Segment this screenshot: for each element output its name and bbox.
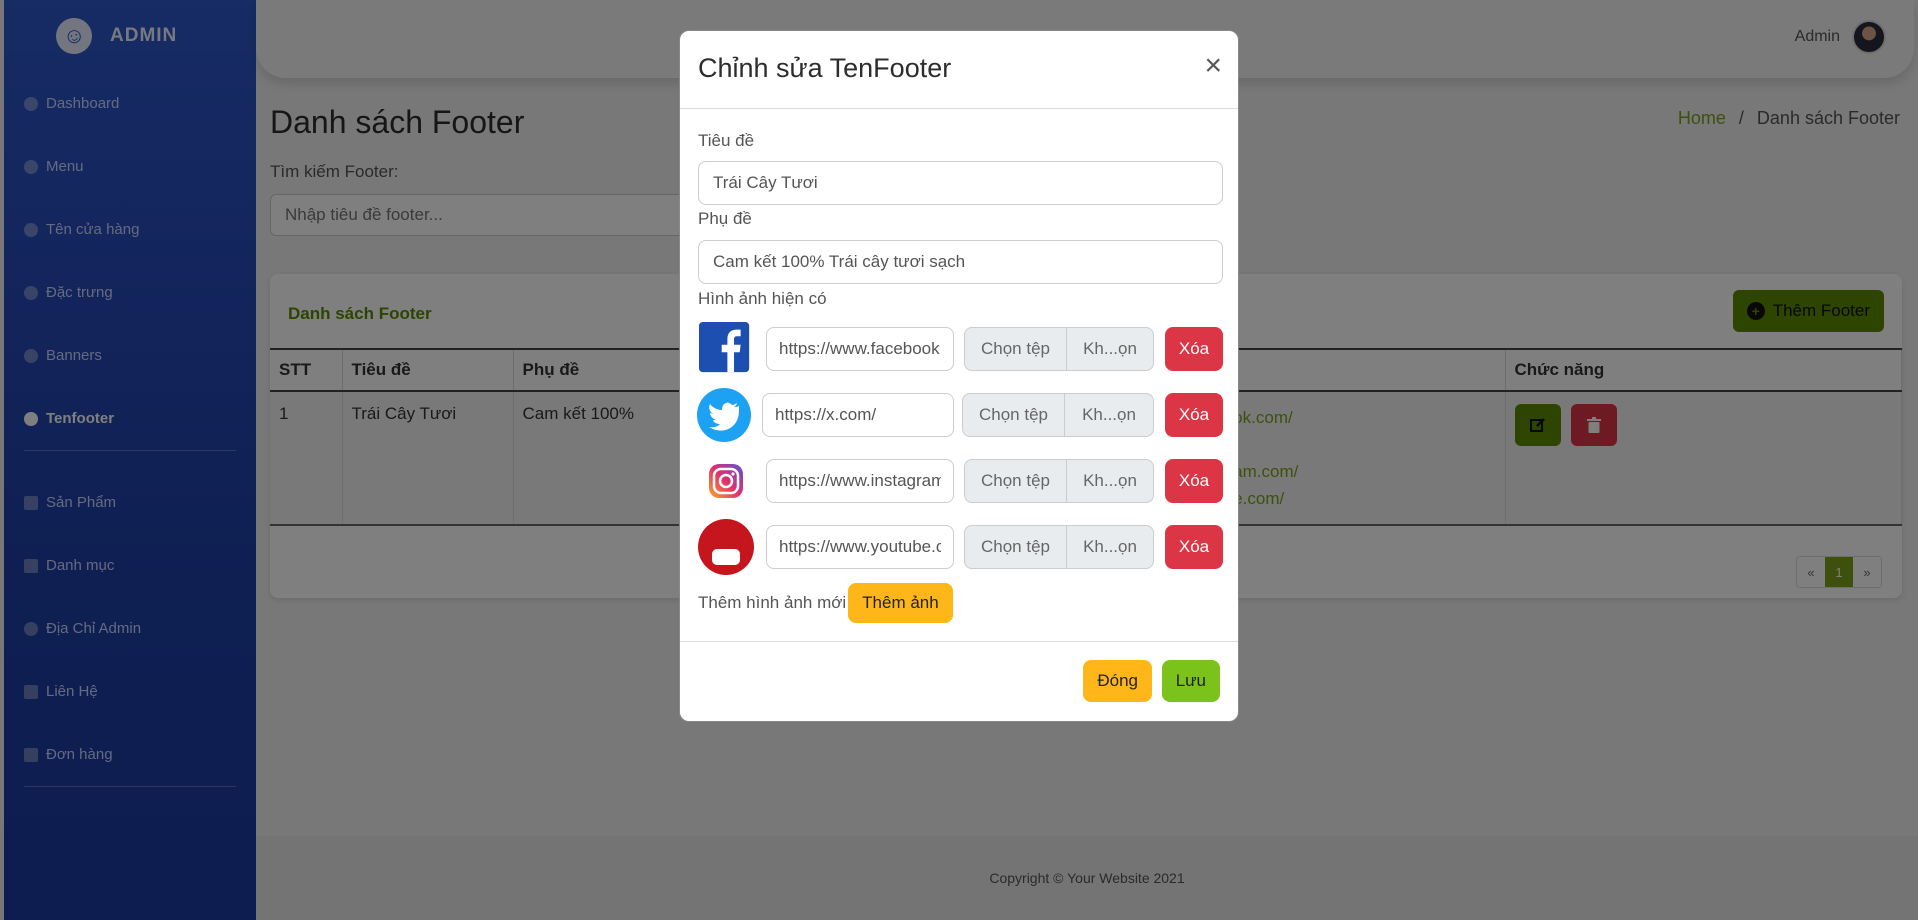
subtitle-field[interactable] — [698, 240, 1223, 284]
existing-images-label: Hình ảnh hiện có — [698, 289, 827, 308]
instagram-icon — [709, 464, 743, 498]
youtube-icon — [698, 519, 754, 575]
delete-image-button[interactable]: Xóa — [1165, 459, 1223, 503]
close-button[interactable]: Đóng — [1083, 660, 1152, 702]
facebook-icon — [699, 322, 750, 373]
twitter-icon — [697, 388, 751, 442]
image-row-youtube: Chọn tệp Kh...ọn Xóa — [698, 519, 1223, 575]
file-picker[interactable]: Chọn tệp Kh...ọn — [964, 459, 1154, 503]
title-field[interactable] — [698, 161, 1223, 205]
file-name-text: Kh...ọn — [1083, 471, 1137, 490]
add-image-button[interactable]: Thêm ảnh — [848, 583, 953, 623]
save-button[interactable]: Lưu — [1161, 660, 1220, 702]
title-label: Tiêu đề — [698, 131, 755, 150]
image-row-twitter: Chọn tệp Kh...ọn Xóa — [697, 387, 1223, 443]
file-picker[interactable]: Chọn tệp Kh...ọn — [964, 327, 1154, 371]
add-image-label: Thêm hình ảnh mới — [698, 593, 847, 612]
file-name-text: Kh...ọn — [1083, 339, 1137, 358]
close-icon[interactable]: × — [1204, 51, 1222, 81]
image-row-facebook: Chọn tệp Kh...ọn Xóa — [698, 321, 1223, 377]
file-name-text: Kh...ọn — [1082, 405, 1136, 424]
modal-title: Chỉnh sửa TenFooter — [698, 53, 952, 83]
file-picker[interactable]: Chọn tệp Kh...ọn — [964, 525, 1154, 569]
choose-file-button[interactable]: Chọn tệp — [965, 526, 1067, 568]
image-row-instagram: Chọn tệp Kh...ọn Xóa — [698, 453, 1223, 509]
choose-file-button[interactable]: Chọn tệp — [965, 328, 1067, 370]
add-image-row: Thêm hình ảnh mới Thêm ảnh — [698, 583, 953, 623]
choose-file-button[interactable]: Chọn tệp — [963, 394, 1065, 436]
delete-image-button[interactable]: Xóa — [1165, 393, 1223, 437]
image-url-input[interactable] — [766, 525, 954, 569]
image-url-input[interactable] — [766, 327, 954, 371]
subtitle-label: Phụ đề — [698, 209, 752, 228]
image-url-input[interactable] — [766, 459, 954, 503]
modal-footer: Đóng Lưu — [680, 641, 1238, 721]
delete-image-button[interactable]: Xóa — [1165, 525, 1223, 569]
image-url-input[interactable] — [762, 393, 954, 437]
file-name-text: Kh...ọn — [1083, 537, 1137, 556]
delete-image-button[interactable]: Xóa — [1165, 327, 1223, 371]
modal-header: Chỉnh sửa TenFooter × — [680, 31, 1238, 109]
choose-file-button[interactable]: Chọn tệp — [965, 460, 1067, 502]
file-picker[interactable]: Chọn tệp Kh...ọn — [962, 393, 1154, 437]
modal-body: Tiêu đề Phụ đề Hình ảnh hiện có Chọn tệp… — [680, 109, 1238, 643]
edit-footer-modal: Chỉnh sửa TenFooter × Tiêu đề Phụ đề Hìn… — [679, 30, 1239, 722]
